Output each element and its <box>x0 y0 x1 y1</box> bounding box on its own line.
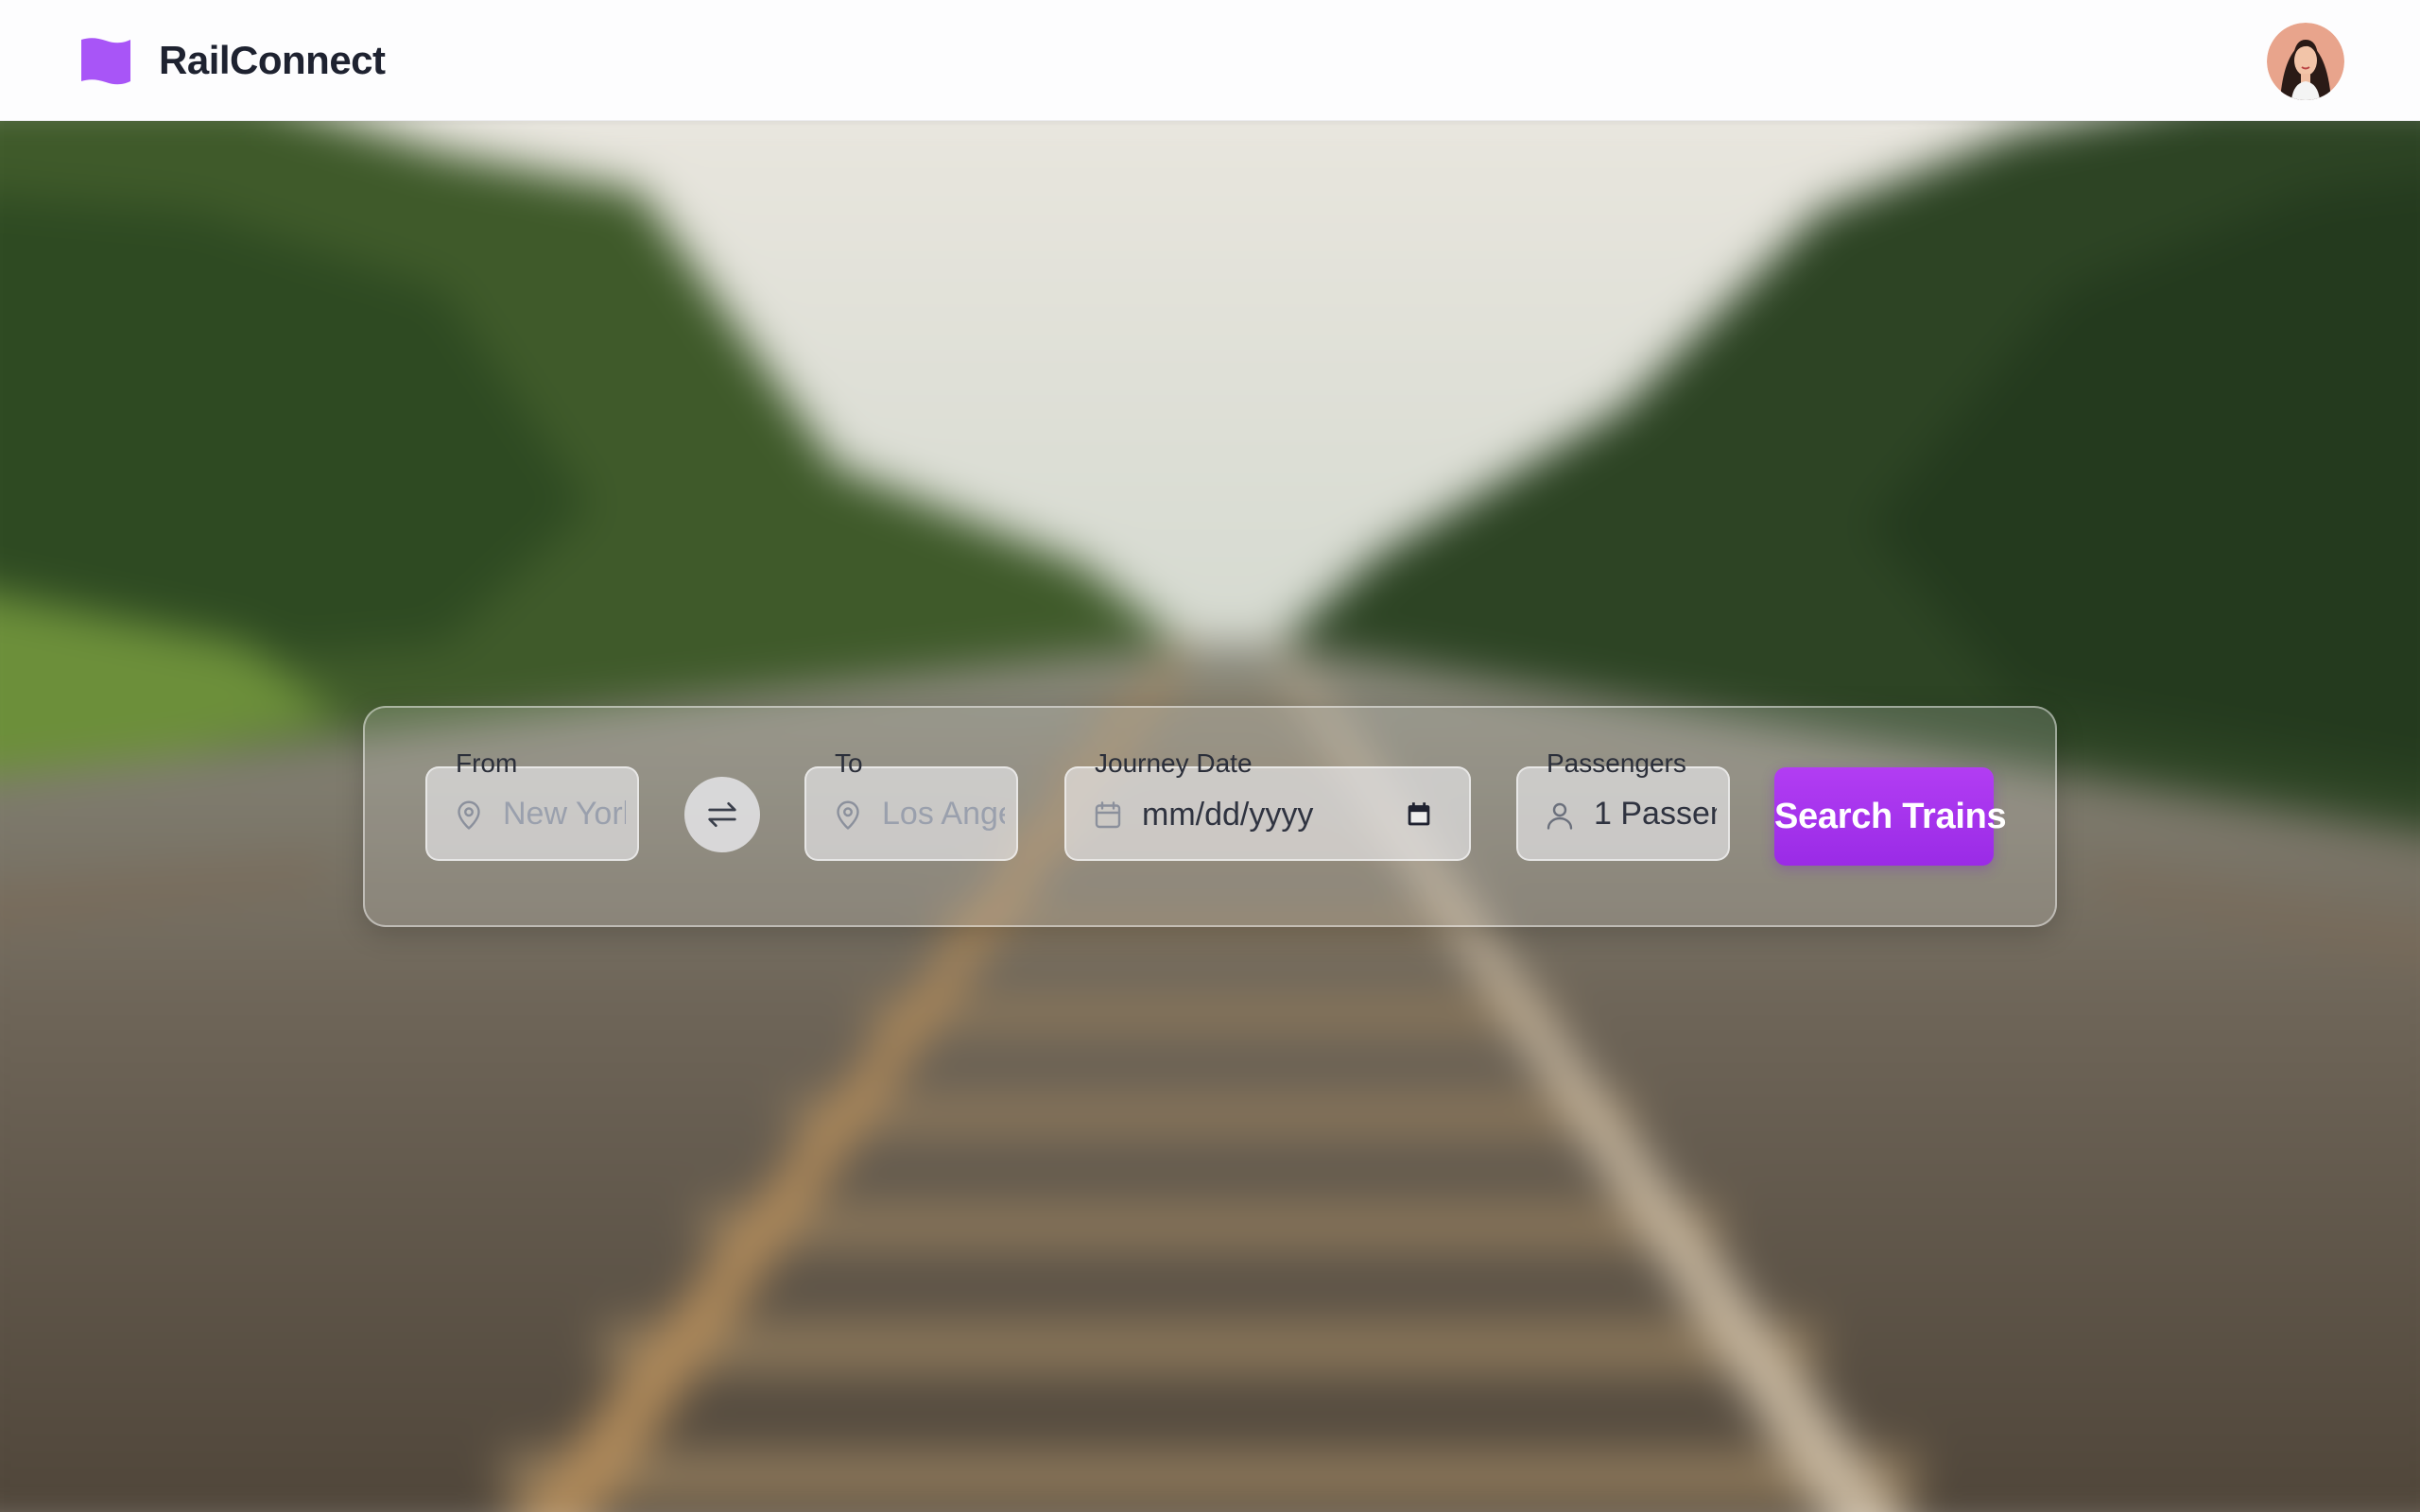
user-avatar[interactable] <box>2267 23 2344 100</box>
to-label: To <box>835 748 863 778</box>
map-pin-icon <box>458 800 480 830</box>
passengers-label: Passengers <box>1547 748 1686 778</box>
from-input[interactable] <box>503 768 626 859</box>
map-pin-icon <box>837 800 859 830</box>
swap-arrows-icon <box>708 802 736 827</box>
search-trains-button[interactable]: Search Trains <box>1774 767 2007 866</box>
top-header: RailConnect <box>0 0 2420 121</box>
journey-date-field[interactable]: mm/dd/yyyy <box>1064 766 1471 861</box>
flag-icon[interactable] <box>79 34 132 87</box>
brand-name[interactable]: RailConnect <box>159 36 386 85</box>
calendar-icon <box>1095 801 1121 829</box>
swap-stations-button[interactable] <box>684 777 760 852</box>
user-icon <box>1547 802 1573 830</box>
to-input[interactable] <box>882 768 1005 859</box>
journey-date-value[interactable]: mm/dd/yyyy <box>1142 796 1313 833</box>
passengers-input[interactable] <box>1594 768 1717 859</box>
from-label: From <box>456 748 518 778</box>
calendar-picker-icon[interactable] <box>1403 799 1435 831</box>
to-field[interactable] <box>804 766 1018 861</box>
passengers-field[interactable] <box>1516 766 1730 861</box>
from-field[interactable] <box>425 766 639 861</box>
journey-date-label: Journey Date <box>1095 748 1253 778</box>
